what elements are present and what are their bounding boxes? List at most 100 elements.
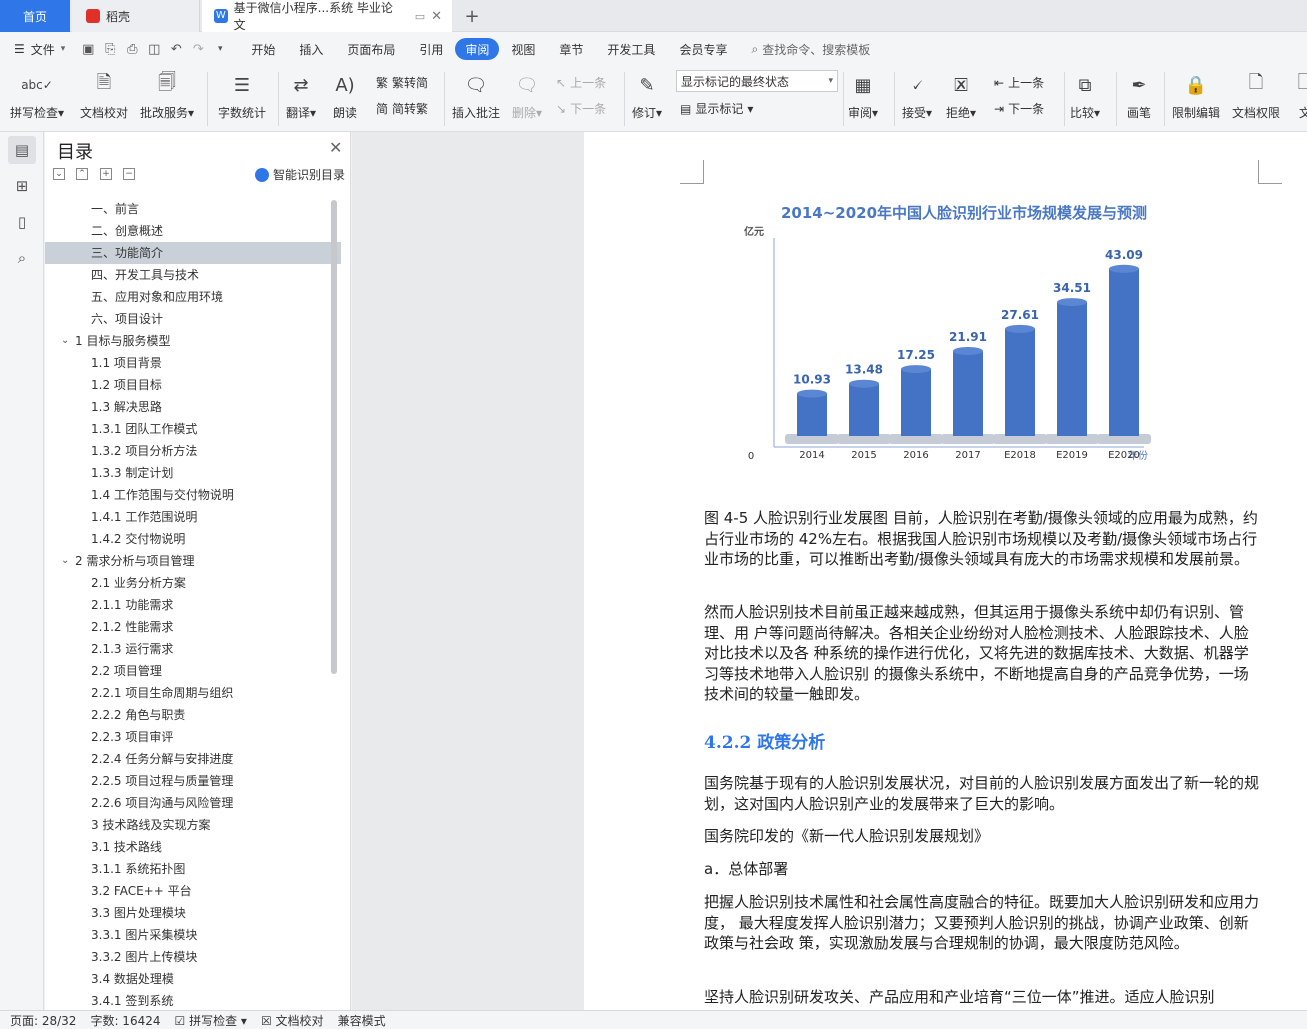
toc-item[interactable]: 3.4 数据处理模: [45, 968, 341, 990]
toc-item[interactable]: 3.4.1 签到系统: [45, 990, 341, 1012]
outline-icon[interactable]: ▤: [8, 136, 36, 164]
reject-button[interactable]: 🗷 拒绝▾: [946, 70, 976, 121]
toc-item[interactable]: 2.1 业务分析方案: [45, 572, 341, 594]
restrict-edit-button[interactable]: 🔒 限制编辑: [1172, 70, 1220, 121]
print-preview-icon[interactable]: ◫: [143, 38, 165, 60]
toc-item[interactable]: 1.4 工作范围与交付物说明: [45, 484, 341, 506]
spellcheck-button[interactable]: abc✓ 拼写检查▾: [10, 70, 64, 121]
word-count-indicator[interactable]: 字数: 16424: [90, 1012, 160, 1029]
pen-button[interactable]: ✒ 画笔: [1124, 70, 1154, 121]
toc-item[interactable]: 1.3.2 项目分析方法: [45, 440, 341, 462]
spellcheck-status[interactable]: ☑ 拼写检查 ▾: [175, 1012, 247, 1029]
toc-item[interactable]: 六、项目设计: [45, 308, 341, 330]
prev-change-button[interactable]: ⇤ 上一条: [994, 74, 1044, 91]
toc-item[interactable]: 五、应用对象和应用环境: [45, 286, 341, 308]
next-comment-button[interactable]: ↘ 下一条: [556, 100, 606, 117]
command-search[interactable]: ⌕ 查找命令、搜索模板: [739, 38, 882, 60]
monitor-icon[interactable]: ▭: [415, 10, 425, 23]
bookmark-icon[interactable]: ▯: [8, 208, 36, 236]
toc-item[interactable]: 2.2.2 角色与职责: [45, 704, 341, 726]
doc-proof-button[interactable]: 🗎 文档校对: [80, 70, 128, 121]
revise-button[interactable]: ✎ 修订▾: [632, 70, 662, 121]
proof-status[interactable]: ☒ 文档校对: [261, 1012, 324, 1029]
toc-item[interactable]: 2.1.1 功能需求: [45, 594, 341, 616]
new-tab-button[interactable]: +: [460, 0, 484, 32]
tab-document[interactable]: W 基于微信小程序...系统 毕业论文 ▭ ✕: [202, 0, 452, 32]
toc-item[interactable]: 2.2.4 任务分解与安排进度: [45, 748, 341, 770]
search-icon[interactable]: ⌕: [8, 244, 36, 272]
markup-state-select[interactable]: 显示标记的最终状态 ▾: [676, 70, 838, 92]
toc-item[interactable]: 3.1.1 系统拓扑图: [45, 858, 341, 880]
expand-up-icon[interactable]: ⌃: [76, 168, 88, 180]
expand-caret-icon[interactable]: ⌄: [61, 330, 69, 352]
print-icon[interactable]: ⎙: [121, 38, 143, 60]
toc-item[interactable]: 3 技术路线及实现方案: [45, 814, 341, 836]
toc-item[interactable]: 二、创意概述: [45, 220, 341, 242]
export-icon[interactable]: ⎘: [99, 38, 121, 60]
tab-daoke[interactable]: 稻壳: [72, 0, 200, 32]
add-heading-icon[interactable]: +: [100, 168, 112, 180]
toc-item[interactable]: 1.4.1 工作范围说明: [45, 506, 341, 528]
toc-item[interactable]: 1.1 项目背景: [45, 352, 341, 374]
read-aloud-button[interactable]: A) 朗读: [330, 70, 360, 121]
toc-item[interactable]: 3.1 技术路线: [45, 836, 341, 858]
trad-to-simp-button[interactable]: 繁繁转简: [376, 74, 428, 91]
toc-item[interactable]: 2.2.1 项目生命周期与组织: [45, 682, 341, 704]
expand-caret-icon[interactable]: ⌄: [61, 550, 69, 572]
undo-icon[interactable]: ↶: [165, 38, 187, 60]
toc-item[interactable]: 1.2 项目目标: [45, 374, 341, 396]
smart-toc-button[interactable]: 智能识别目录: [255, 166, 345, 183]
chapter-nav-icon[interactable]: ⊞: [8, 172, 36, 200]
show-markup-button[interactable]: ▤ 显示标记 ▾: [680, 100, 753, 117]
document-page[interactable]: 2014~2020年中国人脸识别行业市场规模发展与预测 亿元 0 年份 10.9…: [584, 132, 1307, 1010]
toc-item[interactable]: 三、功能简介: [45, 242, 341, 264]
toc-item[interactable]: 一、前言: [45, 198, 341, 220]
toc-item[interactable]: 2.2.6 项目沟通与风险管理: [45, 792, 341, 814]
menu-item-chapter[interactable]: 章节: [547, 38, 595, 60]
toc-item[interactable]: 3.2 FACE++ 平台: [45, 880, 341, 902]
menu-item-start[interactable]: 开始: [239, 38, 287, 60]
redo-icon[interactable]: ↷: [187, 38, 209, 60]
simp-to-trad-button[interactable]: 简简转繁: [376, 100, 428, 117]
menu-item-page-layout[interactable]: 页面布局: [335, 38, 407, 60]
page-indicator[interactable]: 页面: 28/32: [10, 1012, 76, 1029]
file-menu[interactable]: ☰ 文件 ▾: [0, 38, 77, 60]
more-ribbon-button[interactable]: 🗋 文: [1290, 70, 1307, 121]
toc-item[interactable]: ⌄ 1 目标与服务模型: [45, 330, 341, 352]
menu-item-review[interactable]: 审阅: [455, 38, 500, 60]
customize-chevron-icon[interactable]: ▾: [209, 38, 231, 60]
toc-item[interactable]: 3.3.2 图片上传模块: [45, 946, 341, 968]
menu-item-reference[interactable]: 引用: [407, 38, 455, 60]
toc-item[interactable]: 2.1.3 运行需求: [45, 638, 341, 660]
review-pane-button[interactable]: ▦ 审阅▾: [848, 70, 878, 121]
toc-item[interactable]: 2.2.3 项目审评: [45, 726, 341, 748]
insert-comment-button[interactable]: 🗨 插入批注: [452, 70, 500, 121]
toc-item[interactable]: 2.2 项目管理: [45, 660, 341, 682]
prev-comment-button[interactable]: ↖ 上一条: [556, 74, 606, 91]
toc-item[interactable]: ⌄ 2 需求分析与项目管理: [45, 550, 341, 572]
doc-permission-button[interactable]: 🗋 文档权限: [1232, 70, 1280, 121]
menu-item-dev-tools[interactable]: 开发工具: [595, 38, 667, 60]
toc-item[interactable]: 2.2.5 项目过程与质量管理: [45, 770, 341, 792]
compare-button[interactable]: ⧉ 比较▾: [1070, 70, 1100, 121]
remove-heading-icon[interactable]: −: [123, 168, 135, 180]
toc-item[interactable]: 1.3.1 团队工作模式: [45, 418, 341, 440]
tab-home[interactable]: 首页: [0, 0, 70, 32]
close-tab-icon[interactable]: ✕: [431, 9, 442, 24]
toc-item[interactable]: 1.4.2 交付物说明: [45, 528, 341, 550]
next-change-button[interactable]: ⇥ 下一条: [994, 100, 1044, 117]
close-icon[interactable]: ✕: [329, 138, 342, 157]
menu-item-insert[interactable]: 插入: [287, 38, 335, 60]
toc-item[interactable]: 四、开发工具与技术: [45, 264, 341, 286]
word-count-button[interactable]: ☰ 字数统计: [218, 70, 266, 121]
menu-item-member[interactable]: 会员专享: [667, 38, 739, 60]
toc-item[interactable]: 3.3 图片处理模块: [45, 902, 341, 924]
menu-item-view[interactable]: 视图: [499, 38, 547, 60]
toc-item[interactable]: 3.3.1 图片采集模块: [45, 924, 341, 946]
delete-comment-button[interactable]: 🗨 删除▾: [512, 70, 542, 121]
toc-item[interactable]: 1.3 解决思路: [45, 396, 341, 418]
toc-item[interactable]: 2.1.2 性能需求: [45, 616, 341, 638]
translate-button[interactable]: ⇄ 翻译▾: [286, 70, 316, 121]
accept-button[interactable]: 🗸 接受▾: [902, 70, 932, 121]
save-icon[interactable]: ▣: [77, 38, 99, 60]
